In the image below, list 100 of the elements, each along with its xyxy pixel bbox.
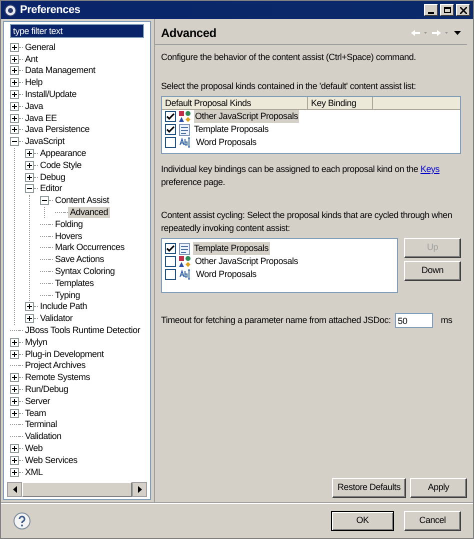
expand-icon[interactable]: [10, 66, 19, 76]
tree-item[interactable]: Save Actions: [53, 254, 106, 266]
tree-item[interactable]: Web: [23, 442, 45, 454]
expand-icon[interactable]: [10, 373, 19, 382]
tree-item[interactable]: Syntax Coloring: [53, 266, 117, 278]
checkbox[interactable]: [165, 137, 176, 148]
horizontal-scrollbar[interactable]: [7, 482, 147, 497]
tree-item[interactable]: Java Persistence: [23, 124, 92, 136]
tree-item[interactable]: Plug-in Development: [23, 348, 106, 360]
tree-item[interactable]: Java: [23, 100, 46, 112]
tree-item[interactable]: Validation: [23, 431, 64, 442]
expand-icon[interactable]: [10, 54, 19, 64]
tree-item[interactable]: Run/Debug: [23, 384, 70, 395]
tree-item[interactable]: JavaScript: [23, 136, 67, 148]
expand-icon[interactable]: [10, 350, 19, 359]
column-header[interactable]: Key Binding: [308, 97, 373, 109]
shapes-icon: [179, 256, 191, 267]
tree-item[interactable]: Data Management: [23, 65, 98, 76]
tree-item[interactable]: XML: [23, 466, 45, 478]
expand-icon[interactable]: [10, 444, 19, 453]
help-icon[interactable]: [13, 512, 31, 530]
tree-item[interactable]: Include Path: [38, 301, 90, 312]
maximize-icon[interactable]: [440, 4, 454, 16]
tree-item[interactable]: Mark Occurrences: [53, 242, 127, 254]
tree-item[interactable]: Help: [23, 77, 45, 88]
expand-icon[interactable]: [10, 385, 19, 394]
expand-icon[interactable]: [10, 125, 19, 134]
section-label: Select the proposal kinds contained in the 'default' content assist list:: [161, 80, 417, 93]
expand-icon[interactable]: [10, 42, 19, 52]
tree-item[interactable]: Validator: [38, 313, 75, 324]
expand-icon[interactable]: [25, 160, 34, 170]
checkbox[interactable]: [165, 243, 176, 254]
key-binding-note: Individual key bindings can be assigned to each proposal kind on the Keys preference page.: [161, 163, 440, 189]
tree-item[interactable]: Content Assist: [53, 195, 112, 206]
tree-item[interactable]: Appearance: [38, 148, 88, 160]
list-item[interactable]: Word Proposals: [195, 136, 258, 149]
checkbox[interactable]: [165, 111, 176, 122]
arrow-right-icon: [138, 486, 142, 493]
tree-item[interactable]: Typing: [53, 290, 82, 301]
list-item[interactable]: Template Proposals: [193, 242, 270, 255]
description-text: Configure the behavior of the content assist (Ctrl+Space) command.: [161, 51, 417, 64]
tree-item[interactable]: Templates: [53, 278, 96, 289]
restore-defaults-button[interactable]: Restore Defaults: [332, 478, 406, 498]
checkbox[interactable]: [165, 124, 176, 135]
tree-item[interactable]: Debug: [38, 172, 68, 183]
tree-item[interactable]: Install/Update: [23, 89, 79, 100]
list-item[interactable]: Template Proposals: [193, 123, 270, 136]
tree-item[interactable]: Editor: [38, 183, 64, 194]
tree-item[interactable]: Remote Systems: [23, 372, 92, 384]
tree-item[interactable]: Mylyn: [23, 336, 50, 348]
tree-item[interactable]: Web Services: [23, 454, 80, 466]
document-icon: [179, 242, 190, 254]
minimize-icon[interactable]: [424, 4, 438, 16]
expand-icon[interactable]: [25, 172, 34, 182]
expand-icon[interactable]: [10, 338, 19, 347]
expand-icon[interactable]: [10, 456, 19, 465]
tree-item[interactable]: General: [23, 42, 58, 53]
expand-icon[interactable]: [25, 314, 34, 324]
down-button[interactable]: Down: [404, 261, 461, 281]
apply-button[interactable]: Apply: [410, 478, 467, 498]
tree-item[interactable]: Java EE: [23, 112, 59, 124]
cancel-button[interactable]: Cancel: [404, 510, 461, 530]
section-label: Content assist cycling: Select the proposal kinds that are cycled through when repeatedly invoking content assist:: [161, 209, 454, 235]
tree-item[interactable]: Code Style: [38, 160, 84, 171]
list-item[interactable]: Other JavaScript Proposals: [194, 255, 300, 268]
column-header[interactable]: Default Proposal Kinds: [162, 97, 308, 109]
list-item[interactable]: Word Proposals: [195, 268, 258, 281]
expand-icon[interactable]: [10, 408, 19, 418]
tree-item[interactable]: Hovers: [53, 230, 84, 242]
expand-icon[interactable]: [25, 302, 34, 312]
expand-icon[interactable]: [10, 396, 19, 406]
list-item[interactable]: Other JavaScript Proposals: [194, 110, 300, 123]
ok-button[interactable]: OK: [331, 510, 394, 530]
keys-link[interactable]: Keys: [420, 164, 440, 174]
filter-field[interactable]: type filter text: [10, 24, 144, 38]
navigation-arrows-icon[interactable]: [411, 28, 461, 36]
close-icon[interactable]: [456, 4, 470, 16]
expand-icon[interactable]: [10, 114, 19, 123]
tree-item[interactable]: Project Archives: [23, 360, 88, 372]
page-title: Advanced: [161, 24, 218, 42]
collapse-icon[interactable]: [25, 184, 34, 194]
expand-icon[interactable]: [25, 149, 34, 158]
tree-item[interactable]: Advanced: [68, 207, 110, 218]
expand-icon[interactable]: [10, 102, 19, 111]
tree-item[interactable]: Folding: [53, 218, 85, 230]
tree-item[interactable]: Ant: [23, 54, 40, 65]
tree-item[interactable]: JBoss Tools Runtime Detectior: [23, 325, 142, 336]
expand-icon[interactable]: [10, 78, 19, 88]
collapse-icon[interactable]: [40, 196, 49, 206]
expand-icon[interactable]: [10, 468, 19, 477]
collapse-icon[interactable]: [10, 137, 19, 146]
tree-item[interactable]: Server: [23, 396, 52, 407]
document-icon: [179, 124, 190, 136]
timeout-field[interactable]: 50: [394, 313, 433, 328]
checkbox[interactable]: [165, 269, 176, 280]
expand-icon[interactable]: [10, 90, 19, 100]
checkbox[interactable]: [165, 256, 176, 267]
arrow-left-icon: [12, 486, 16, 493]
tree-item[interactable]: Terminal: [23, 419, 60, 430]
tree-item[interactable]: Team: [23, 408, 48, 419]
